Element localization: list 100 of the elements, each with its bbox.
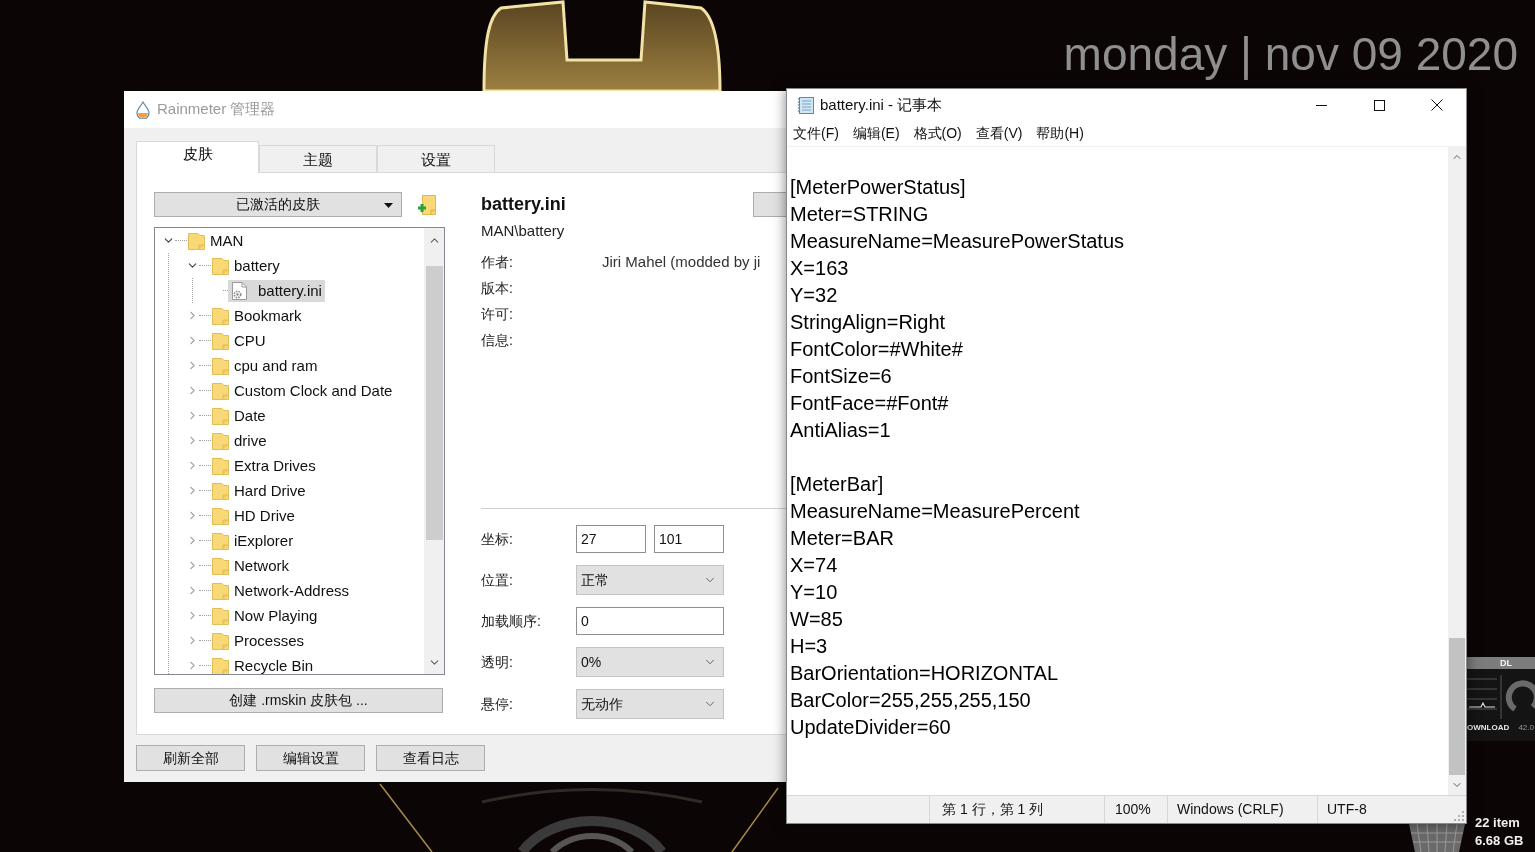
scrollbar[interactable] <box>1448 147 1466 795</box>
resize-grip-icon[interactable] <box>1454 811 1464 821</box>
field-label: 坐标: <box>481 531 513 547</box>
folder-icon <box>212 531 229 550</box>
scrollbar-thumb[interactable] <box>425 266 443 540</box>
dropdown[interactable]: 正常 <box>576 565 724 595</box>
text-line: Y=32 <box>790 282 838 307</box>
folder-icon <box>212 381 229 400</box>
text-line: X=163 <box>790 255 849 280</box>
folder-icon <box>212 256 229 275</box>
folder-icon <box>212 331 229 350</box>
tree-item[interactable]: Date <box>211 404 269 427</box>
action-button[interactable]: 刷新全部 <box>136 745 245 771</box>
text-line: H=3 <box>790 633 828 658</box>
skin-filter-dropdown[interactable]: 已激活的皮肤 <box>154 192 402 217</box>
tree-item[interactable]: Network-Address <box>211 579 353 602</box>
info-label: 作者: <box>481 254 513 270</box>
menu-item[interactable]: 查看(V) <box>967 121 1029 146</box>
scrollbar[interactable] <box>424 228 444 674</box>
text-line: BarColor=255,255,255,150 <box>790 687 1031 712</box>
text-line: Meter=STRING <box>790 201 929 226</box>
text-line: MeasureName=MeasurePercent <box>790 498 1080 523</box>
tree-item[interactable]: Bookmark <box>211 304 305 327</box>
skin-name: battery.ini <box>481 194 566 214</box>
text-line: MeasureName=MeasurePowerStatus <box>790 228 1125 253</box>
text-line: FontColor=#White# <box>790 336 963 361</box>
folder-size: 6.68 GB <box>1475 832 1524 850</box>
skin-path: MAN\battery <box>481 220 565 241</box>
notepad-icon <box>797 96 815 114</box>
tab[interactable]: 皮肤 <box>136 141 259 173</box>
field-label: 加载顺序: <box>481 613 541 629</box>
tree-item[interactable]: Processes <box>211 629 308 652</box>
zoom-level: 100% <box>1115 800 1151 819</box>
menu-item[interactable]: 编辑(E) <box>844 121 906 146</box>
folder-icon <box>212 356 229 375</box>
tab[interactable]: 主题 <box>259 145 377 172</box>
text-line: AntiAlias=1 <box>790 417 891 442</box>
field-label: 透明: <box>481 654 513 670</box>
menu-item[interactable]: 文件(F) <box>787 121 845 146</box>
maximize-icon <box>1373 99 1385 111</box>
action-button[interactable]: 查看日志 <box>376 745 485 771</box>
widget-reading: 42.0 <box>1518 723 1534 732</box>
folder-icon <box>212 306 229 325</box>
settings-file-icon <box>230 281 248 300</box>
folder-icon <box>212 406 229 425</box>
text-line: UpdateDivider=60 <box>790 714 951 739</box>
tree-item[interactable]: Now Playing <box>211 604 321 627</box>
tree-item[interactable]: MAN <box>187 229 247 252</box>
create-package-button[interactable]: 创建 .rmskin 皮肤包 ... <box>154 688 443 713</box>
tree-item[interactable]: Network <box>211 554 292 577</box>
menu-item[interactable]: 帮助(H) <box>1028 121 1090 146</box>
menu-item[interactable]: 格式(O) <box>905 121 968 146</box>
folder-icon <box>212 481 229 500</box>
tab[interactable]: 设置 <box>377 145 495 172</box>
water-drop-icon <box>136 100 150 119</box>
text-line: FontFace=#Font# <box>790 390 949 415</box>
folder-icon <box>212 656 229 674</box>
minimize-icon <box>1315 104 1327 106</box>
action-button[interactable]: 编辑设置 <box>256 745 365 771</box>
folder-icon <box>212 556 229 575</box>
folder-icon <box>212 431 229 450</box>
text-line: X=74 <box>790 552 838 577</box>
info-value: Jiri Mahel (modded by ji <box>602 251 761 272</box>
close-icon <box>1431 99 1443 111</box>
folder-icon <box>212 606 229 625</box>
tree-item[interactable]: iExplorer <box>211 529 297 552</box>
window-title: battery.ini - 记事本 <box>820 94 943 115</box>
text-line: FontSize=6 <box>790 363 892 388</box>
folder-icon <box>212 631 229 650</box>
tree-item[interactable]: battery <box>211 254 283 277</box>
input-field[interactable]: 27 <box>576 525 646 553</box>
tree-item[interactable]: CPU <box>211 329 269 352</box>
input-field[interactable]: 0 <box>576 607 724 635</box>
folder-icon <box>212 581 229 600</box>
tree-item[interactable]: drive <box>211 429 270 452</box>
folder-plus-icon[interactable] <box>418 194 436 215</box>
text-line: [MeterBar] <box>790 471 884 496</box>
folder-icon <box>212 506 229 525</box>
info-label: 许可: <box>481 306 513 322</box>
folder-icon <box>188 231 205 250</box>
dropdown-caret-icon <box>384 203 393 208</box>
tree-item[interactable]: cpu and ram <box>211 354 321 377</box>
tree-item[interactable]: Custom Clock and Date <box>211 379 396 402</box>
tree-item[interactable]: Hard Drive <box>211 479 309 502</box>
encoding: UTF-8 <box>1327 800 1367 819</box>
text-line: BarOrientation=HORIZONTAL <box>790 660 1059 685</box>
tree-item[interactable]: battery.ini <box>228 279 325 302</box>
window-title: Rainmeter 管理器 <box>157 99 276 120</box>
tree-item[interactable]: Recycle Bin <box>211 654 317 674</box>
scrollbar-thumb[interactable] <box>1449 638 1465 775</box>
tree-item[interactable]: Extra Drives <box>211 454 319 477</box>
text-line: Meter=BAR <box>790 525 894 550</box>
date-text: monday | nov 09 2020 <box>1063 28 1518 80</box>
text-line: [MeterPowerStatus] <box>790 174 966 199</box>
cursor-position: 第 1 行，第 1 列 <box>942 800 1044 819</box>
dropdown[interactable]: 0% <box>576 647 724 677</box>
input-field[interactable]: 101 <box>654 525 724 553</box>
text-line: Y=10 <box>790 579 838 604</box>
tree-item[interactable]: HD Drive <box>211 504 298 527</box>
dropdown[interactable]: 无动作 <box>576 689 724 719</box>
